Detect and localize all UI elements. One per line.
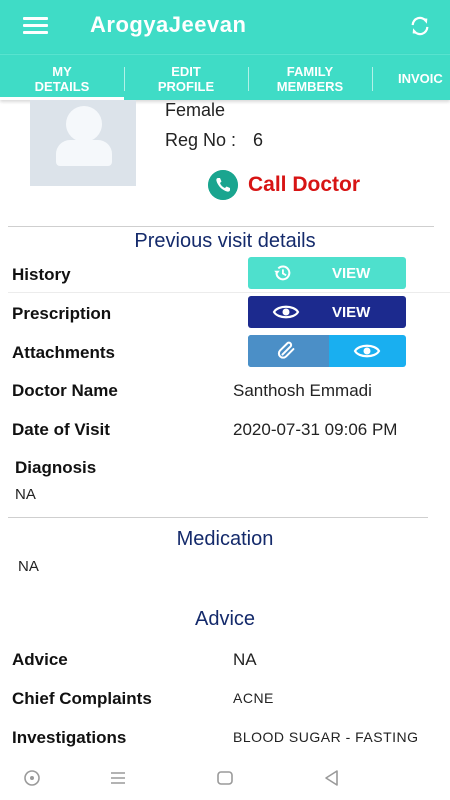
diagnosis-label: Diagnosis [15, 458, 97, 477]
history-icon [274, 265, 291, 281]
doctor-name-value: Santhosh Emmadi [233, 381, 372, 400]
avatar [30, 100, 136, 186]
tab-family-members[interactable]: FAMILY MEMBERS [248, 55, 372, 100]
call-doctor-label: Call Doctor [248, 173, 361, 196]
divider [8, 517, 428, 518]
back-icon[interactable] [322, 768, 342, 788]
history-view-label: VIEW [332, 265, 371, 282]
tab-edit-profile[interactable]: EDIT PROFILE [124, 55, 248, 100]
tab-my-details[interactable]: MY DETAILS [0, 55, 124, 100]
avatar-head [66, 106, 102, 142]
phone-icon [208, 170, 238, 200]
app-bar: ArogyaJeevan [0, 0, 450, 54]
reg-no-label: Reg No : [165, 130, 237, 150]
attach-file-button[interactable] [248, 335, 329, 367]
tab-invoices[interactable]: INVOIC [398, 55, 450, 100]
prescription-view-label: VIEW [332, 304, 371, 321]
medication-value: NA [18, 558, 39, 575]
investigations-label: Investigations [12, 728, 127, 747]
menu-icon[interactable] [23, 17, 48, 35]
chief-complaints-label: Chief Complaints [12, 689, 152, 708]
divider [8, 226, 434, 227]
recents-icon[interactable] [108, 768, 128, 788]
row-divider [8, 292, 450, 293]
chief-complaints-value: ACNE [233, 690, 274, 706]
view-attachments-button[interactable] [329, 335, 406, 367]
date-of-visit-value: 2020-07-31 09:06 PM [233, 420, 398, 439]
prescription-view-button[interactable]: VIEW [248, 296, 406, 328]
medication-title: Medication [176, 528, 274, 550]
investigations-value: BLOOD SUGAR - FASTING [233, 729, 419, 745]
eye-icon [272, 305, 300, 319]
reg-no-value: 6 [253, 130, 264, 150]
refresh-icon[interactable] [409, 15, 431, 37]
advice-title: Advice [194, 608, 256, 630]
eye-icon [353, 344, 381, 358]
previous-visit-title: Previous visit details [134, 230, 316, 252]
prescription-label: Prescription [12, 304, 112, 323]
system-nav-bar [0, 758, 450, 800]
advice-value: NA [233, 650, 257, 669]
history-label: History [12, 265, 71, 284]
doctor-name-label: Doctor Name [12, 381, 118, 400]
attachments-label: Attachments [12, 343, 115, 362]
home-icon[interactable] [215, 768, 235, 788]
gender-value: Female [165, 100, 226, 120]
advice-label: Advice [12, 650, 68, 669]
avatar-body [56, 140, 112, 166]
attachments-button-group [248, 335, 406, 367]
date-of-visit-label: Date of Visit [12, 420, 110, 439]
tab-divider [372, 67, 373, 91]
circle-icon[interactable] [22, 768, 42, 788]
history-view-button[interactable]: VIEW [248, 257, 406, 289]
paperclip-icon [277, 341, 295, 359]
tab-bar: MY DETAILS EDIT PROFILE FAMILY MEMBERS I… [0, 54, 450, 100]
diagnosis-value: NA [15, 486, 36, 503]
app-title: ArogyaJeevan [90, 12, 247, 37]
